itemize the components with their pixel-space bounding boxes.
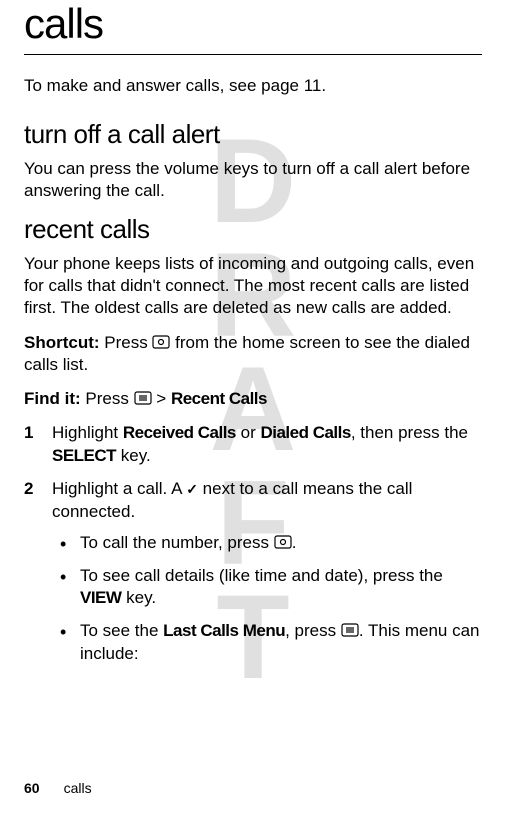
step-1: Highlight Received Calls or Dialed Calls… (24, 422, 482, 468)
footer-section: calls (64, 780, 92, 796)
b2-c: key. (121, 588, 156, 607)
findit-label: Find it: (24, 389, 81, 408)
send-key-icon (152, 333, 170, 351)
b2-b: VIEW (80, 588, 121, 607)
bullet-2: To see call details (like time and date)… (52, 565, 482, 611)
b3-b: Last Calls Menu (163, 621, 285, 640)
step1-d: Dialed Calls (260, 423, 350, 442)
step2-a: Highlight a call. A (52, 479, 186, 498)
shortcut-pre: Press (100, 333, 153, 352)
sub-bullets: To call the number, press . To see call … (52, 532, 482, 667)
step1-b: Received Calls (123, 423, 236, 442)
page-content: calls To make and answer calls, see page… (24, 0, 482, 666)
step1-f: SELECT (52, 446, 116, 465)
findit-line: Find it: Press > Recent Calls (24, 388, 482, 410)
step1-g: key. (116, 446, 151, 465)
step1-e: , then press the (351, 423, 468, 442)
b1-b: . (292, 533, 297, 552)
findit-pre: Press (81, 389, 134, 408)
findit-sep: > (152, 389, 171, 408)
steps-list: Highlight Received Calls or Dialed Calls… (24, 422, 482, 666)
shortcut-label: Shortcut: (24, 333, 100, 352)
page-number: 60 (24, 780, 40, 796)
b3-c: , press (285, 621, 341, 640)
step1-a: Highlight (52, 423, 123, 442)
page-title: calls (24, 0, 482, 55)
recent-body: Your phone keeps lists of incoming and o… (24, 253, 482, 319)
section-heading-recent: recent calls (24, 214, 482, 245)
b1-a: To call the number, press (80, 533, 274, 552)
step1-c: or (236, 423, 261, 442)
send-key-icon (274, 533, 292, 551)
section-heading-turn-off: turn off a call alert (24, 119, 482, 150)
step-2: Highlight a call. A ✓ next to a call mea… (24, 478, 482, 667)
findit-menu: Recent Calls (171, 389, 267, 408)
checkmark-icon: ✓ (186, 480, 198, 499)
bullet-1: To call the number, press . (52, 532, 482, 555)
shortcut-line: Shortcut: Press from the home screen to … (24, 332, 482, 376)
menu-key-icon (134, 389, 152, 407)
turn-off-body: You can press the volume keys to turn of… (24, 158, 482, 202)
intro-paragraph: To make and answer calls, see page 11. (24, 75, 482, 97)
menu-key-icon (341, 621, 359, 639)
page-footer: 60 calls (24, 780, 92, 796)
b2-a: To see call details (like time and date)… (80, 566, 443, 585)
bullet-3: To see the Last Calls Menu, press . This… (52, 620, 482, 666)
b3-a: To see the (80, 621, 163, 640)
